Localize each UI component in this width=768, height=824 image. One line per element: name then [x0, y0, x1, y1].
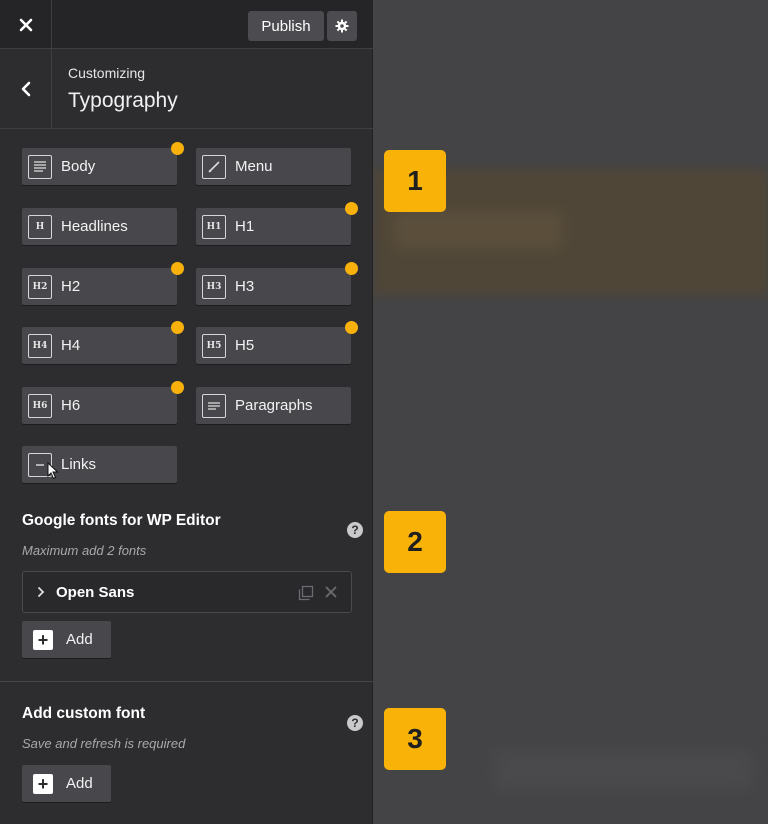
h2-icon: H2	[28, 274, 52, 299]
breadcrumb: Customizing	[68, 65, 146, 81]
button-label: Add	[66, 775, 93, 792]
plus-icon: +	[33, 629, 53, 650]
paragraph-icon	[202, 393, 226, 418]
typography-paragraphs-button[interactable]: Paragraphs	[196, 387, 351, 424]
h6-icon: H6	[28, 393, 52, 418]
help-icon[interactable]: ?	[347, 522, 363, 538]
font-item[interactable]: Open Sans	[22, 571, 352, 613]
modified-indicator	[171, 262, 184, 275]
step-badge-2: 2	[384, 511, 446, 573]
modified-indicator	[171, 381, 184, 394]
modified-indicator	[171, 321, 184, 334]
back-button[interactable]	[0, 49, 52, 128]
modified-indicator	[345, 202, 358, 215]
page-title: Typography	[68, 89, 178, 112]
add-google-font-button[interactable]: + Add	[22, 621, 111, 658]
section-divider	[0, 681, 373, 682]
chevron-left-icon	[21, 81, 30, 96]
section-header: Customizing Typography	[0, 49, 373, 129]
body-text-icon	[28, 154, 52, 179]
typography-h3-button[interactable]: H3 H3	[196, 268, 351, 305]
button-label: H4	[61, 337, 81, 354]
remove-icon[interactable]	[324, 585, 338, 599]
modified-indicator	[345, 262, 358, 275]
google-fonts-subtitle: Maximum add 2 fonts	[22, 543, 147, 558]
font-name: Open Sans	[56, 584, 135, 601]
typography-h4-button[interactable]: H4 H4	[22, 327, 177, 364]
gear-icon	[335, 19, 349, 33]
customizer-sidebar: Publish Customizing Typography Body Menu…	[0, 0, 373, 824]
typography-h2-button[interactable]: H2 H2	[22, 268, 177, 305]
pen-icon	[202, 154, 226, 179]
button-label: Menu	[235, 158, 273, 175]
typography-h1-button[interactable]: H1 H1	[196, 208, 351, 245]
h3-icon: H3	[202, 274, 226, 299]
add-custom-font-button[interactable]: + Add	[22, 765, 111, 802]
button-label: Links	[61, 456, 97, 473]
publish-button[interactable]: Publish	[248, 11, 324, 41]
headline-icon: H	[28, 214, 52, 239]
chevron-right-icon	[38, 587, 45, 597]
h5-icon: H5	[202, 333, 226, 358]
typography-h5-button[interactable]: H5 H5	[196, 327, 351, 364]
close-icon	[19, 18, 32, 31]
mouse-cursor-icon	[47, 462, 59, 480]
custom-font-title: Add custom font	[22, 705, 146, 722]
google-fonts-title: Google fonts for WP Editor	[22, 512, 221, 529]
h1-icon: H1	[202, 214, 226, 239]
step-badge-3: 3	[384, 708, 446, 770]
modified-indicator	[345, 321, 358, 334]
h4-icon: H4	[28, 333, 52, 358]
button-label: Body	[61, 158, 96, 175]
plus-icon: +	[33, 773, 53, 794]
button-label: Add	[66, 631, 93, 648]
typography-links-button[interactable]: Links	[22, 446, 177, 483]
close-button[interactable]	[0, 0, 52, 49]
customizer-topbar: Publish	[0, 0, 373, 49]
settings-button[interactable]	[327, 11, 357, 41]
site-preview	[373, 0, 768, 824]
button-label: H5	[235, 337, 255, 354]
button-label: Paragraphs	[235, 397, 313, 414]
button-label: H2	[61, 278, 81, 295]
button-label: H3	[235, 278, 255, 295]
typography-headlines-button[interactable]: H Headlines	[22, 208, 177, 245]
preview-logo	[473, 48, 703, 118]
typography-body-button[interactable]: Body	[22, 148, 177, 185]
button-label: Headlines	[61, 218, 128, 235]
button-label: H6	[61, 397, 81, 414]
step-badge-1: 1	[384, 150, 446, 212]
duplicate-icon[interactable]	[298, 585, 314, 601]
typography-h6-button[interactable]: H6 H6	[22, 387, 177, 424]
modified-indicator	[171, 142, 184, 155]
typography-menu-button[interactable]: Menu	[196, 148, 351, 185]
custom-font-subtitle: Save and refresh is required	[22, 736, 186, 751]
preview-footer	[493, 750, 753, 790]
button-label: H1	[235, 218, 255, 235]
help-icon[interactable]: ?	[347, 715, 363, 731]
